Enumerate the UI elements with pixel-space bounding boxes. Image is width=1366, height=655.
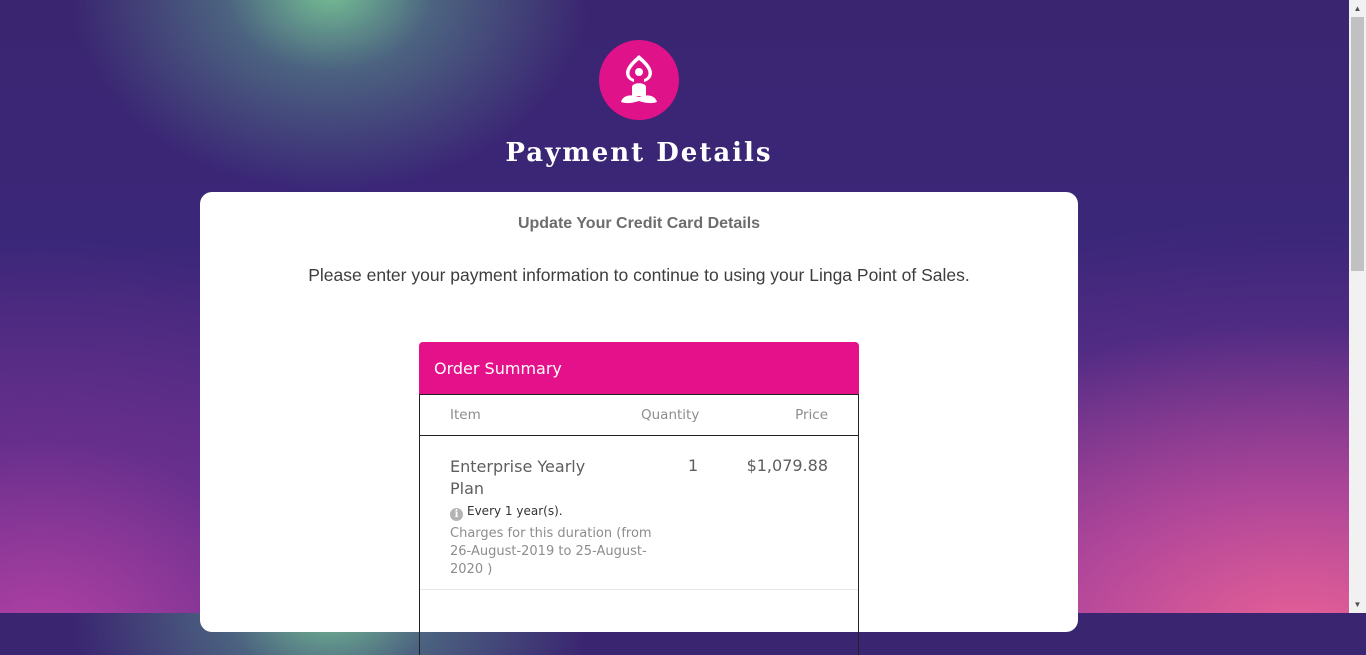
order-summary-title: Order Summary [434,359,562,378]
item-quantity: 1 [688,456,699,475]
order-summary: Order Summary Item Quantity Price Enterp… [419,342,859,655]
table-header: Item Quantity Price [420,395,858,436]
table-row: Enterprise Yearly Plan 1 $1,079.88 i Ever… [420,436,858,590]
scroll-up-icon[interactable]: ▲ [1349,0,1366,17]
payment-card: Update Your Credit Card Details Please e… [200,192,1078,655]
order-summary-table: Item Quantity Price Enterprise Yearly Pl… [419,394,859,655]
vertical-scrollbar[interactable]: ▲ ▼ [1349,0,1366,613]
scroll-down-icon[interactable]: ▼ [1349,596,1366,613]
card-subtitle: Update Your Credit Card Details [517,215,761,232]
column-quantity: Quantity [641,407,700,423]
column-price: Price [795,407,828,423]
item-name: Enterprise Yearly Plan [450,457,586,498]
meditation-icon [621,55,657,104]
card-description: Please enter your payment information to… [308,265,970,285]
item-frequency-text: Every 1 year(s). [467,504,563,518]
item-frequency: i Every 1 year(s). [450,504,563,521]
page-title: Payment Details [505,138,773,168]
info-icon[interactable]: i [450,508,463,521]
scrollbar-thumb[interactable] [1351,17,1364,271]
column-item: Item [450,407,481,423]
brand-logo [599,40,679,120]
item-charges: Charges for this duration (from 26-Augus… [450,526,652,577]
order-summary-header: Order Summary [419,342,859,394]
item-price: $1,079.88 [746,456,828,475]
